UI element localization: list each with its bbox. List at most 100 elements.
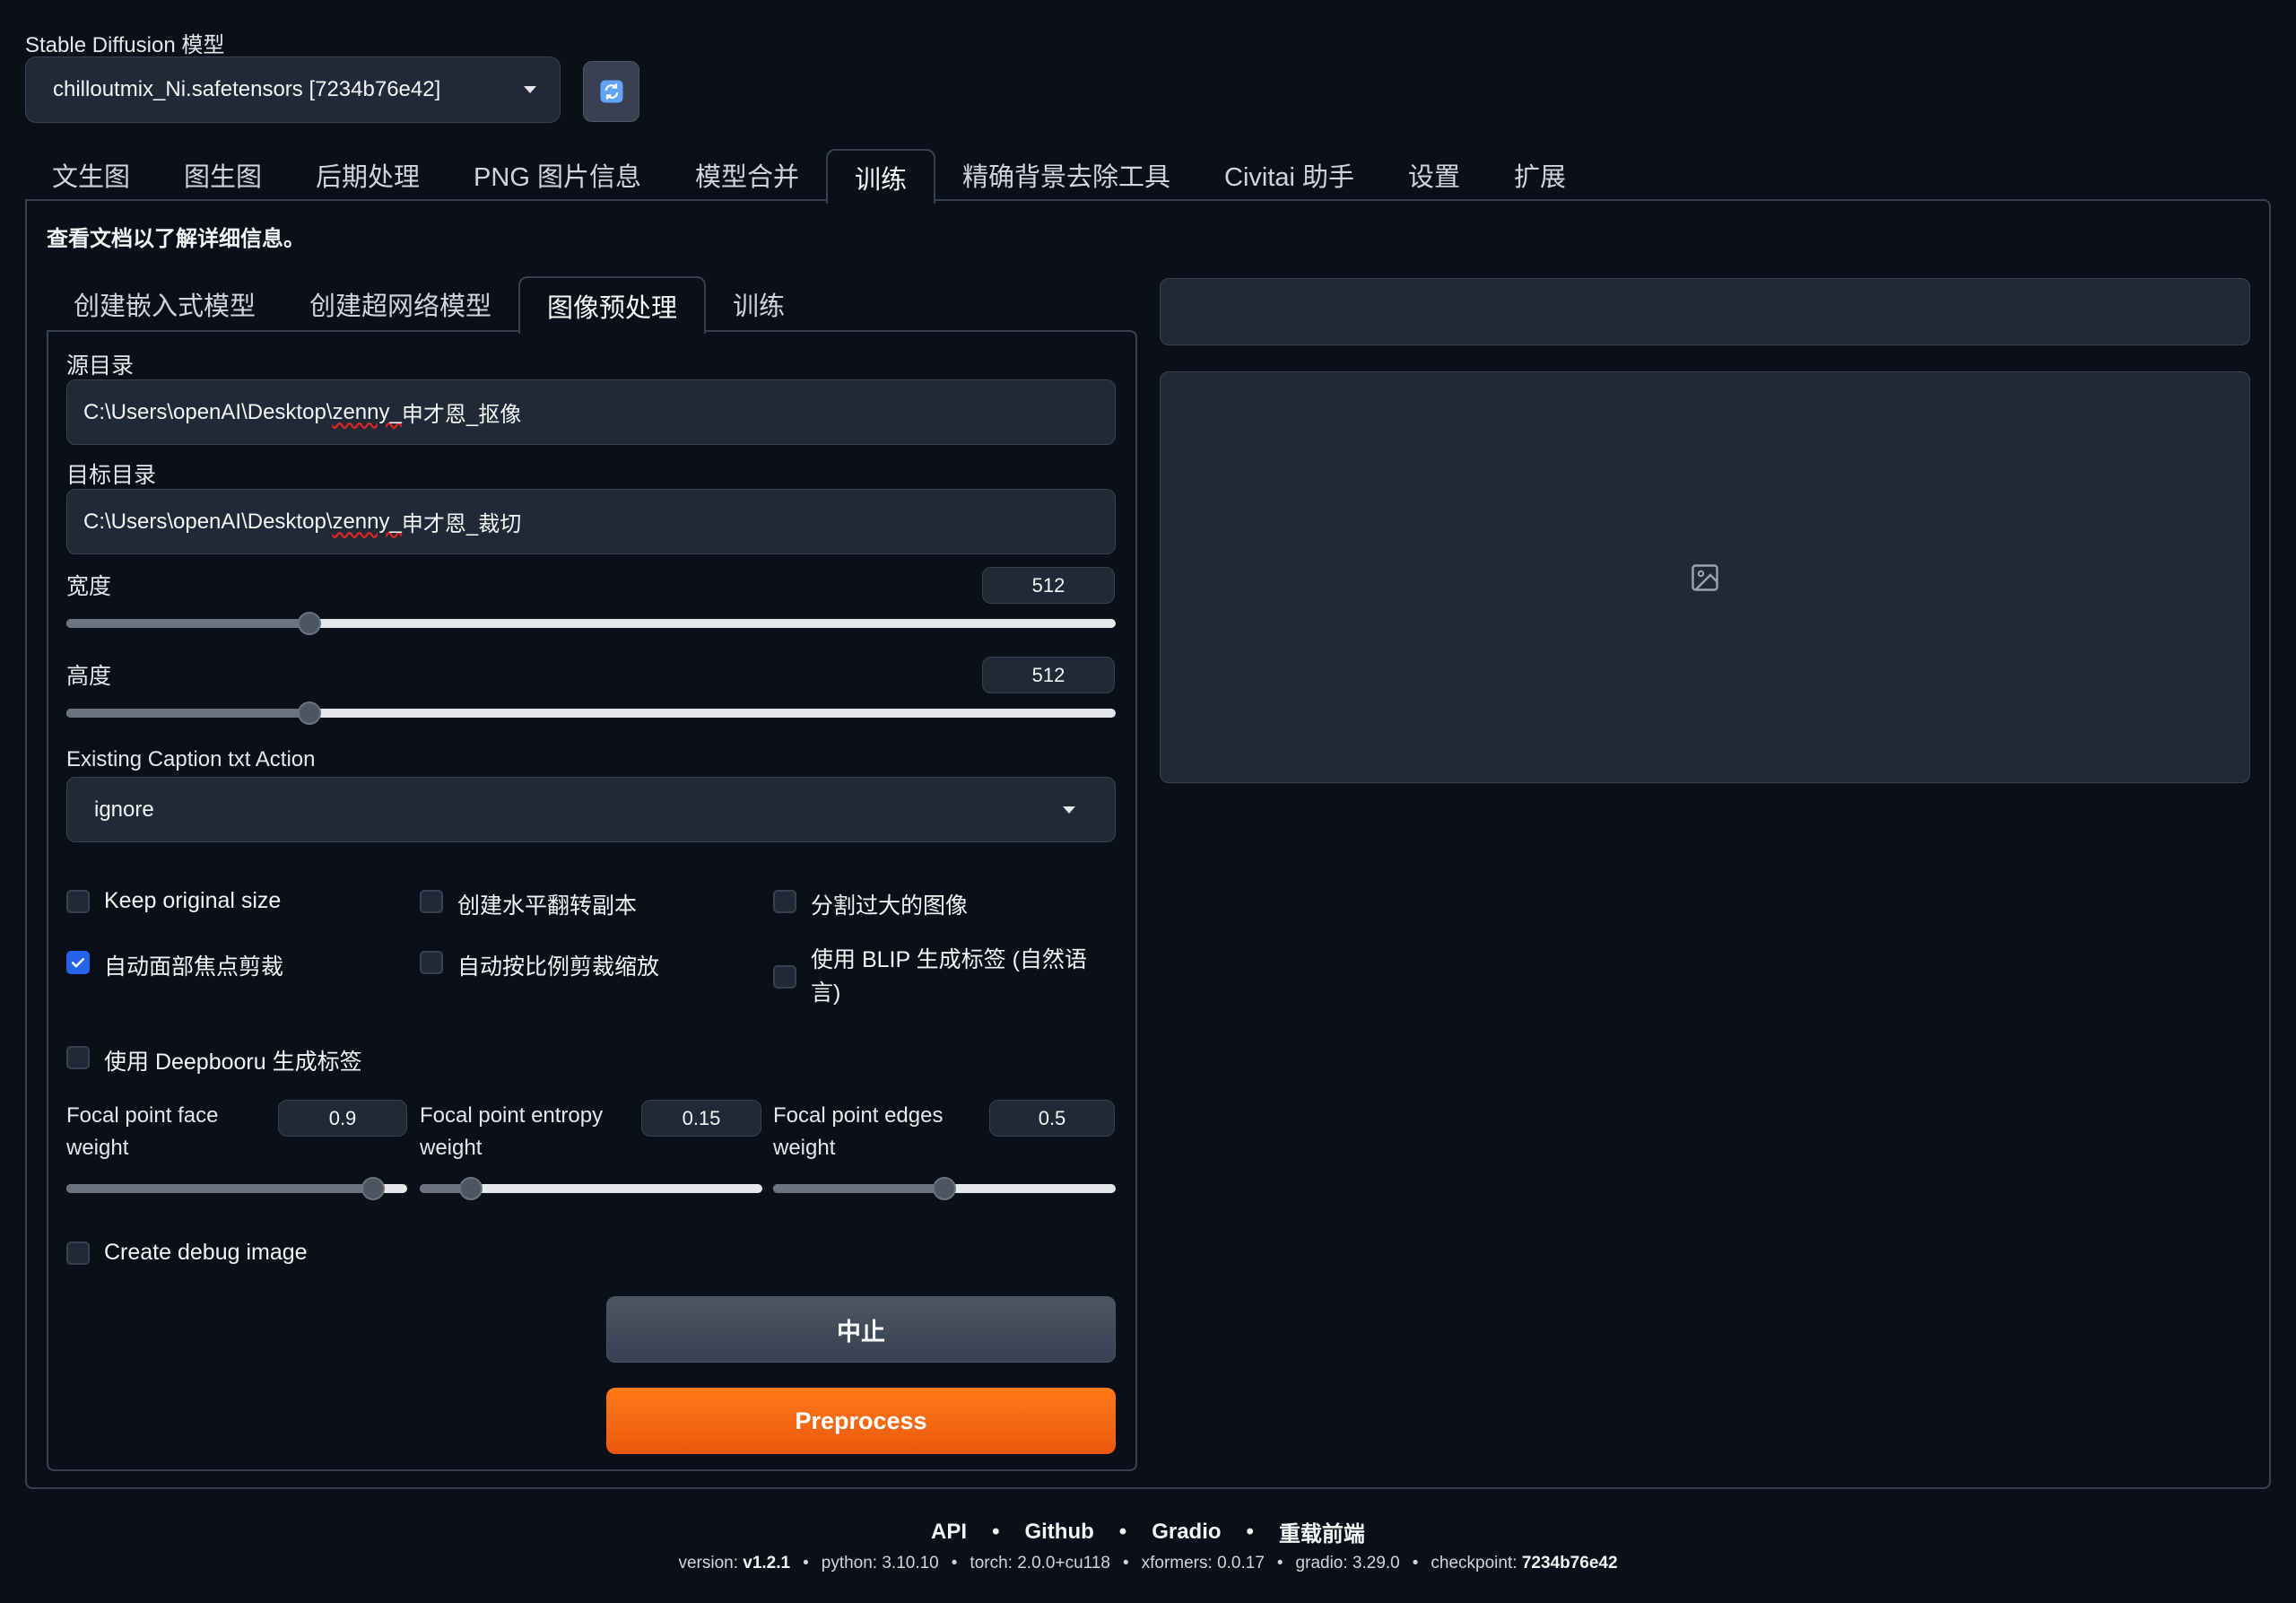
checkpoint-value: 7234b76e42 [1521,1554,1618,1573]
height-label: 高度 [66,664,112,689]
tab-model-merge[interactable]: 模型合并 [668,149,826,201]
tab-settings[interactable]: 设置 [1381,149,1487,201]
separator-dot: • [1412,1554,1419,1573]
tab-preprocess-images[interactable]: 图像预处理 [518,276,707,334]
target-dir-input[interactable]: C:\Users\openAI\Desktop\ zenny_ 申才恩_裁切 [66,489,1116,554]
keep-original-size-checkbox[interactable]: Keep original size [66,888,281,914]
focal-entropy-slider[interactable] [420,1177,762,1200]
footer-link-gradio[interactable]: Gradio [1152,1520,1221,1545]
checkbox-label: 使用 Deepbooru 生成标签 [104,1050,362,1075]
height-slider-thumb[interactable] [298,701,322,725]
focal-face-slider-thumb[interactable] [361,1177,385,1200]
gradio-item: gradio: 3.29.0 [1296,1554,1400,1573]
python-item: python: 3.10.10 [822,1554,939,1573]
checkbox-label: 分割过大的图像 [811,893,969,919]
tab-create-embedding[interactable]: 创建嵌入式模型 [47,276,283,332]
separator-dot: • [1246,1519,1254,1544]
preprocess-button[interactable]: Preprocess [606,1388,1116,1454]
torch-key: torch: [970,1554,1018,1573]
checkbox-box[interactable] [773,890,796,913]
tab-create-hypernetwork[interactable]: 创建超网络模型 [283,276,518,332]
create-debug-checkbox[interactable]: Create debug image [66,1240,308,1266]
tab-txt2img[interactable]: 文生图 [25,149,157,201]
top-tab-bar: 文生图 图生图 后期处理 PNG 图片信息 模型合并 训练 精确背景去除工具 C… [25,149,1593,204]
separator-dot: • [992,1519,1000,1544]
tab-png-info[interactable]: PNG 图片信息 [447,149,668,201]
tab-img2img[interactable]: 图生图 [157,149,289,201]
width-slider[interactable] [66,612,1116,635]
focal-face-input[interactable]: 0.9 [278,1100,407,1137]
tab-civitai-helper[interactable]: Civitai 助手 [1197,149,1381,201]
source-dir-underlined: zenny_ [332,399,402,424]
source-dir-prefix: C:\Users\openAI\Desktop\ [83,399,333,424]
checkbox-label: 使用 BLIP 生成标签 (自然语言) [811,947,1087,1006]
height-number-input[interactable]: 512 [982,657,1115,693]
doc-note: 查看文档以了解详细信息。 [47,227,305,251]
auto-sized-crop-checkbox[interactable]: 自动按比例剪裁缩放 [420,949,659,981]
split-oversized-checkbox[interactable]: 分割过大的图像 [773,888,968,920]
width-number-input[interactable]: 512 [982,567,1115,604]
caption-action-value: ignore [94,797,154,822]
tab-bg-removal[interactable]: 精确背景去除工具 [935,149,1197,201]
footer-link-api[interactable]: API [931,1520,967,1545]
focal-edges-input[interactable]: 0.5 [989,1100,1115,1137]
checkbox-label: Create debug image [104,1240,308,1265]
gradio-value: 3.29.0 [1352,1554,1400,1573]
model-label: Stable Diffusion 模型 [25,33,225,57]
stop-button[interactable]: 中止 [606,1296,1116,1363]
focal-face-slider[interactable] [66,1177,407,1200]
use-deepbooru-checkbox[interactable]: 使用 Deepbooru 生成标签 [66,1044,362,1076]
separator-dot: • [1122,1554,1129,1573]
separator-dot: • [1118,1519,1127,1544]
height-slider-fill [66,709,310,718]
source-dir-suffix: 申才恩_抠像 [401,403,522,427]
sub-tab-bar: 创建嵌入式模型 创建超网络模型 图像预处理 训练 [47,276,812,334]
image-preview[interactable] [1160,371,2250,783]
width-label: 宽度 [66,574,112,599]
python-key: python: [821,1554,883,1573]
checkbox-box[interactable] [66,1241,90,1265]
source-dir-input[interactable]: C:\Users\openAI\Desktop\ zenny_ 申才恩_抠像 [66,379,1116,445]
gradio-key: gradio: [1295,1554,1352,1573]
footer-links: API • Github • Gradio • 重载前端 [0,1516,2296,1547]
torch-value: 2.0.0+cu118 [1017,1554,1110,1573]
checkbox-box[interactable] [66,890,90,913]
use-blip-checkbox[interactable]: 使用 BLIP 生成标签 (自然语言) [773,947,1096,1010]
width-slider-thumb[interactable] [298,612,322,635]
focal-entropy-input[interactable]: 0.15 [641,1100,761,1137]
checkbox-box[interactable] [66,951,90,974]
python-value: 3.10.10 [882,1554,939,1573]
focal-entropy-slider-thumb[interactable] [459,1177,483,1200]
focal-face-slider-fill [66,1184,373,1193]
tab-train-sub[interactable]: 训练 [706,276,812,332]
checkbox-box[interactable] [66,1046,90,1069]
focal-edges-slider[interactable] [773,1177,1116,1200]
footer-link-reload-ui[interactable]: 重载前端 [1279,1516,1365,1547]
focal-edges-slider-thumb[interactable] [933,1177,956,1200]
footer-link-github[interactable]: Github [1024,1520,1093,1545]
progress-box [1160,278,2250,345]
checkbox-box[interactable] [773,965,796,989]
caption-action-dropdown[interactable]: ignore [66,777,1116,842]
model-select[interactable]: chilloutmix_Ni.safetensors [7234b76e42] [25,57,561,123]
tab-train[interactable]: 训练 [825,149,935,204]
focal-edges-label: Focal point edges weight [773,1103,944,1160]
version-value: v1.2.1 [743,1554,791,1573]
separator-dot: • [1276,1554,1283,1573]
height-slider[interactable] [66,701,1116,725]
caption-action-label: Existing Caption txt Action [66,747,316,771]
focal-edges-slider-fill [773,1184,944,1193]
focal-face-label: Focal point face weight [66,1103,219,1160]
create-flipped-checkbox[interactable]: 创建水平翻转副本 [420,888,637,920]
tab-extensions[interactable]: 扩展 [1487,149,1593,201]
xformers-item: xformers: 0.0.17 [1142,1554,1265,1573]
tab-extras[interactable]: 后期处理 [289,149,447,201]
separator-dot: • [803,1554,809,1573]
checkbox-box[interactable] [420,890,443,913]
auto-focal-crop-checkbox[interactable]: 自动面部焦点剪裁 [66,949,283,981]
version-key: version: [678,1554,744,1573]
separator-dot: • [951,1554,958,1573]
refresh-button[interactable] [583,61,639,122]
torch-item: torch: 2.0.0+cu118 [970,1554,1110,1573]
checkbox-box[interactable] [420,951,443,974]
